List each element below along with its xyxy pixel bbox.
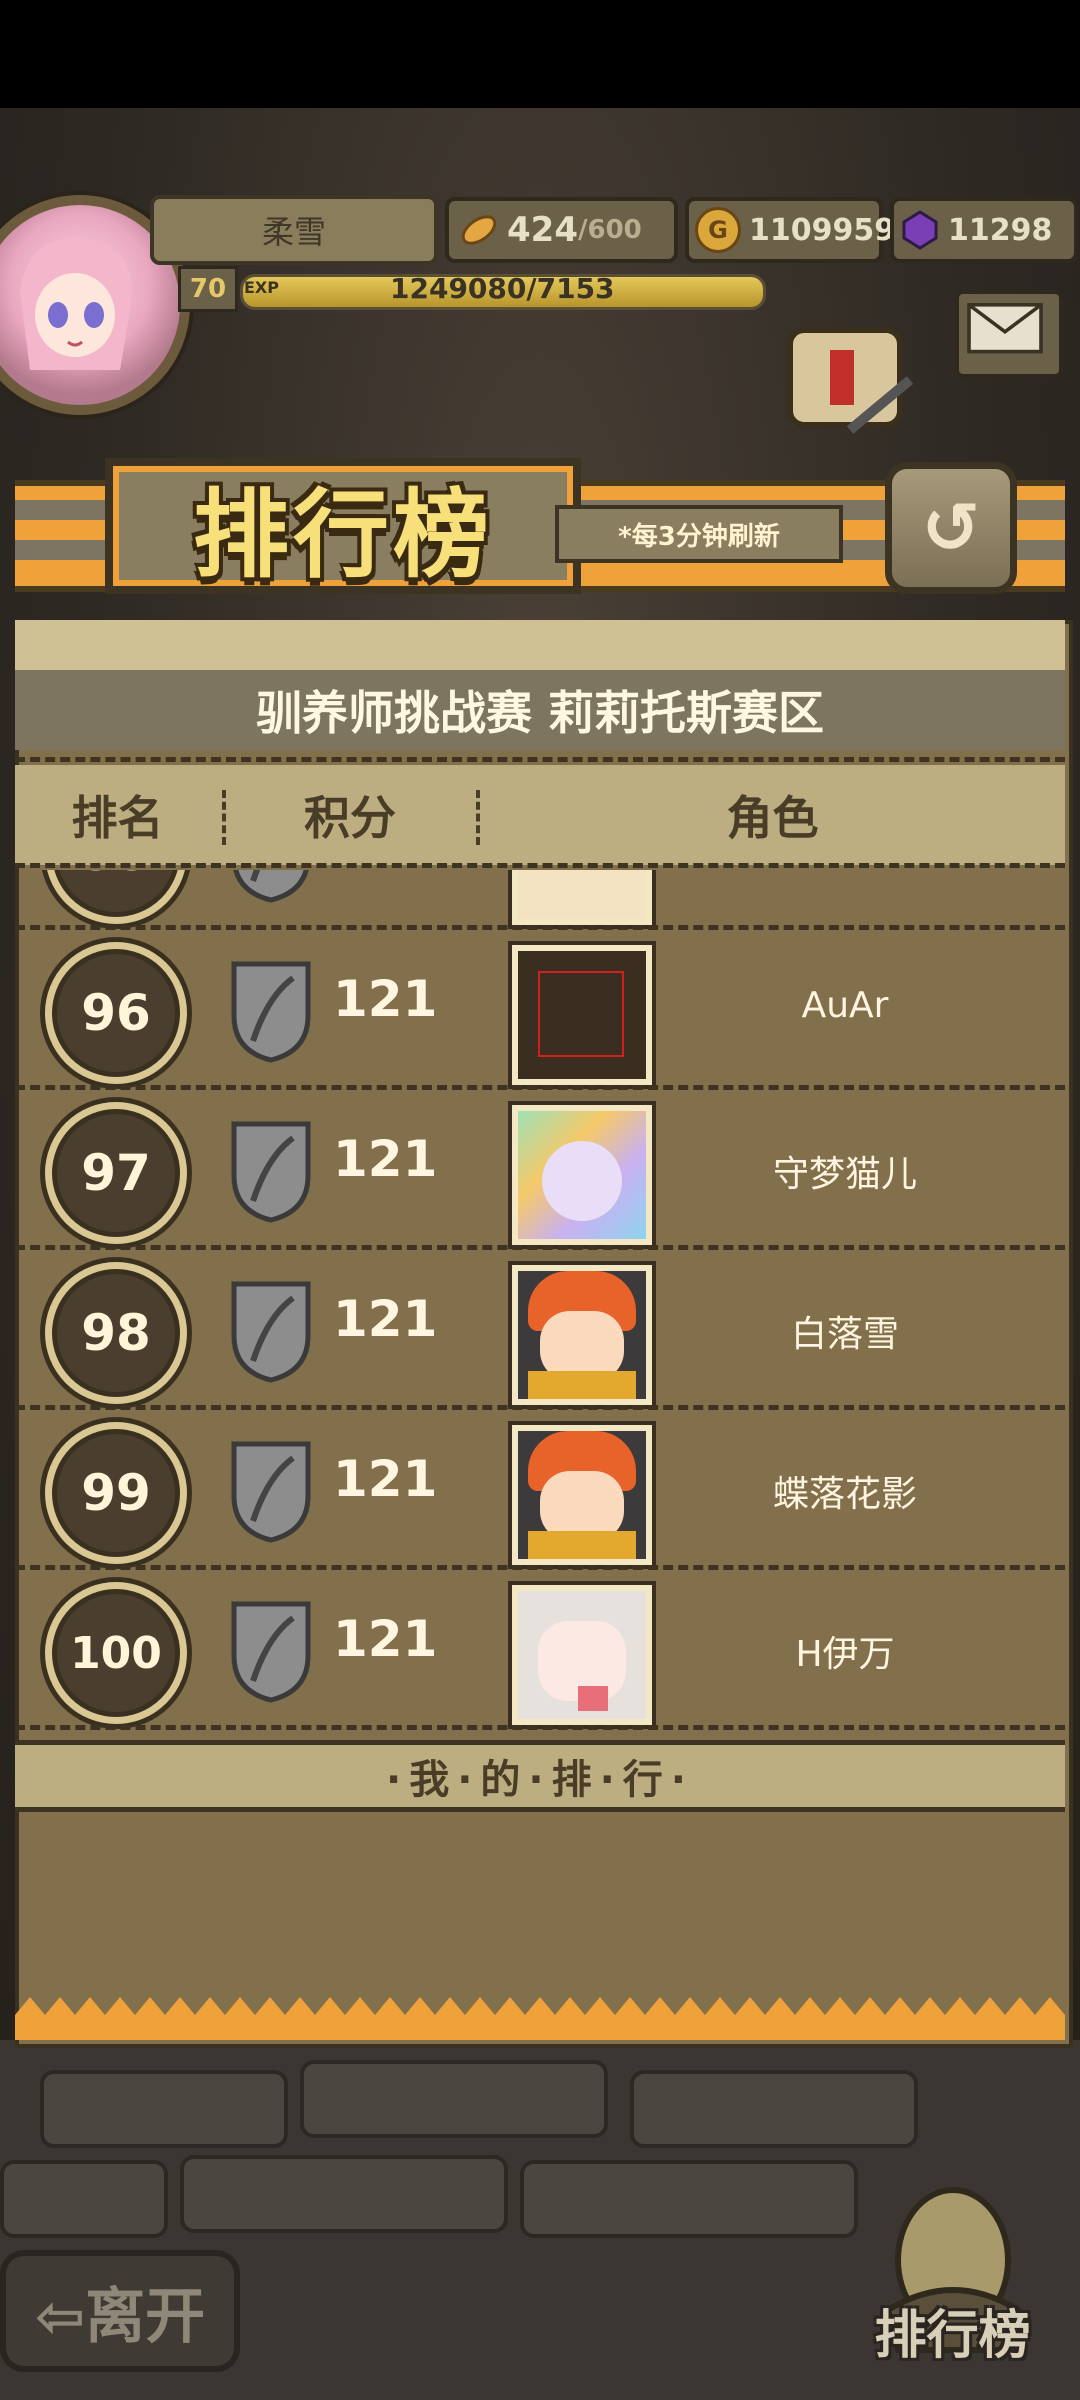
stamina-current: 424 [507,210,578,250]
row-portrait [512,1105,652,1245]
row-player-name: 蝶落花影 [772,1474,917,1515]
header-role: 角色 [726,791,819,845]
my-rank-bar[interactable]: ·我·的·排·行· [15,1740,1065,1812]
rank-badge: 99 [45,1422,187,1564]
panel-zigzag-edge [15,1997,1065,2040]
title-plate: 排行榜 [105,458,581,594]
feather-shield-icon [231,1121,311,1223]
row-score: 121 [333,1450,438,1508]
table-row[interactable]: 95 121 … [15,870,1065,930]
row-score: 121 [333,1610,438,1668]
row-player-name: H伊万 [795,1634,895,1675]
row-player-name: AuAr [801,985,889,1026]
rank-badge: 100 [45,1582,187,1724]
bread-icon [461,215,497,245]
leaderboard-list[interactable]: 95 121 … 96 121 AuAr 97 121 守梦猫儿 [15,870,1065,1735]
player-level: 70 [178,266,238,312]
rank-badge: 98 [45,1262,187,1404]
gold-coin-icon: G [695,207,741,253]
mail-button[interactable] [955,290,1063,378]
back-button[interactable]: ↺ [885,462,1017,594]
rank-badge: 95 [45,870,187,924]
row-portrait [512,1425,652,1565]
event-subtitle: 驯养师挑战赛 莉莉托斯赛区 [15,670,1065,750]
feather-shield-icon [231,1601,311,1703]
gold-counter[interactable]: G 1109959 [685,197,895,263]
system-status-bar [0,0,1080,108]
table-row[interactable]: 96 121 AuAr [15,930,1065,1090]
purple-gem-icon [902,210,938,250]
row-portrait [512,870,652,925]
exp-tag: EXP [244,278,279,297]
row-player-name: 白落雪 [790,1314,899,1355]
leaderboard-tab[interactable]: 排行榜 [860,2290,1045,2370]
table-row[interactable]: 97 121 守梦猫儿 [15,1090,1065,1250]
gem-counter[interactable]: 11298 [890,197,1078,263]
feather-shield-icon [233,870,309,903]
row-portrait [512,1265,652,1405]
page-title: 排行榜 [193,478,493,591]
leave-button[interactable]: ⇦离开 [0,2250,240,2372]
feather-shield-icon [231,1281,311,1383]
row-score: 121 [333,1290,438,1348]
table-row[interactable]: 99 121 蝶落花影 [15,1410,1065,1570]
stamina-counter[interactable]: 424 /600 [445,197,678,263]
rank-badge: 97 [45,1102,187,1244]
avatar-face-icon [20,238,132,370]
rank-badge: 96 [45,942,187,1084]
exp-value: 1249080/7153 [390,272,615,305]
player-name: 柔雪 [150,195,438,265]
header-score: 积分 [304,791,396,845]
back-arrow-icon: ↺ [921,487,981,569]
row-portrait-missing [512,945,652,1085]
stamina-max: /600 [577,215,642,245]
divider [15,863,1065,868]
gold-amount: 1109959 [749,212,896,248]
feather-shield-icon [231,961,311,1063]
table-row[interactable]: 98 121 白落雪 [15,1250,1065,1410]
divider [15,757,1065,762]
header-rank: 排名 [71,791,164,845]
gem-amount: 11298 [948,212,1053,248]
row-portrait [512,1585,652,1725]
scroll-quest-icon[interactable] [770,320,920,460]
row-player-name: 守梦猫儿 [772,1154,917,1195]
row-score: 121 [333,970,438,1028]
row-divider [15,1725,1065,1730]
row-score: 121 [333,1130,438,1188]
refresh-note: *每3分钟刷新 [555,505,843,563]
table-row[interactable]: 100 121 H伊万 [15,1570,1065,1730]
feather-shield-icon [231,1441,311,1543]
mail-icon [967,303,1043,354]
